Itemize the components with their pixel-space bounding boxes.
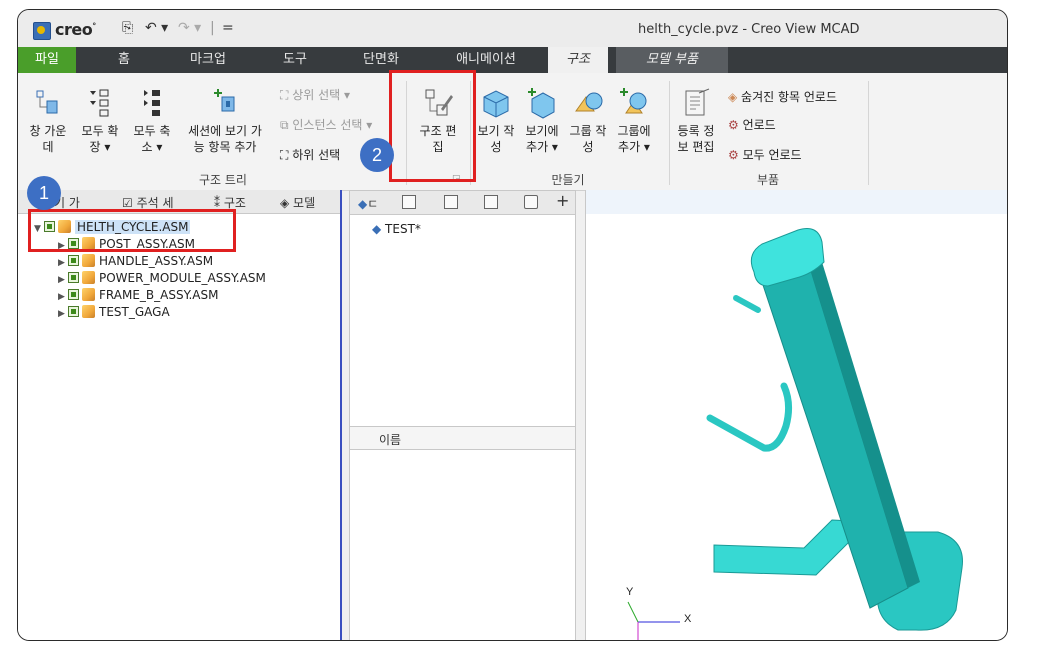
- expand-triangle-icon[interactable]: ▶: [58, 306, 68, 322]
- tree-row[interactable]: ▶ POWER_MODULE_ASSY.ASM: [58, 270, 266, 286]
- visibility-checkbox[interactable]: [68, 306, 79, 317]
- add-to-group-icon: [620, 88, 647, 114]
- views-panel: ◆ㄷ + ◆ TEST* 이름: [349, 190, 576, 640]
- add-to-session-icon: [214, 89, 235, 112]
- window-title: helth_cycle.pvz - Creo View MCAD: [638, 22, 860, 37]
- mid-panel-tabs: ◆ㄷ +: [350, 191, 575, 215]
- ribbon-separator: [868, 81, 869, 185]
- edit-registration-icon: [685, 88, 710, 116]
- calendar-icon[interactable]: [484, 195, 498, 209]
- visibility-checkbox[interactable]: [68, 272, 79, 283]
- tab-tools[interactable]: 도구: [272, 47, 318, 73]
- search-icon[interactable]: [402, 195, 416, 209]
- tab-file[interactable]: 파일: [18, 47, 76, 73]
- callout-highlight-tree-root: [28, 209, 236, 252]
- model-cube-icon: ◈: [280, 196, 294, 210]
- unload-icon: ⚙: [728, 118, 743, 132]
- view-item[interactable]: ◆ TEST*: [372, 221, 421, 237]
- tree-row[interactable]: ▶ TEST_GAGA: [58, 304, 170, 320]
- axis-x-label: X: [684, 613, 692, 625]
- select-parent-button[interactable]: ⛶ 상위 선택 ▾: [280, 87, 350, 103]
- group-label-parts: 부품: [756, 173, 780, 187]
- edit-registration-button[interactable]: 등록 정보 편집: [674, 87, 718, 155]
- unload-all-icon: ⚙: [728, 148, 743, 162]
- model-tree-panel: 기 가 ☑ 주석 세 ⁑ 구조 ◈ 모델 ▼ HELTH_CYCLE.ASM ▶ P…: [18, 190, 342, 640]
- title-bar: creo° ⎘ ↶ ▾ ↷ ▾ | = helth_cycle.pvz - Cr…: [18, 10, 1007, 48]
- undo-icon[interactable]: ↶ ▾: [145, 20, 168, 36]
- expand-all-icon: [90, 89, 109, 117]
- tab-home[interactable]: 홈: [104, 47, 144, 73]
- add-viewable-to-session-button[interactable]: 세션에 보기 가능 항목 추가: [178, 87, 272, 155]
- app-window: creo° ⎘ ↶ ▾ ↷ ▾ | = helth_cycle.pvz - Cr…: [17, 9, 1008, 641]
- group-label-structure-tree: 구조 트리: [199, 173, 247, 187]
- group-label-create: 만들기: [551, 173, 585, 187]
- unload-hidden-icon: ◈: [728, 90, 742, 104]
- ribbon-tab-bar: 파일 홈 마크업 도구 단면화 애니메이션 구조 모델 부품: [18, 47, 1007, 73]
- create-group-button[interactable]: 그룹 작성: [566, 87, 610, 155]
- fit-window-button[interactable]: 창 가운 데: [26, 87, 70, 155]
- expand-all-button[interactable]: 모두 확장 ▾: [78, 87, 122, 155]
- assembly-icon: [82, 254, 95, 267]
- callout-badge-1: 1: [27, 176, 61, 210]
- collapse-all-icon: [144, 90, 160, 116]
- views-icon: ◆: [358, 197, 368, 211]
- redo-icon[interactable]: ↷ ▾: [178, 20, 201, 36]
- toolbar-divider: |: [210, 20, 215, 36]
- handle-knob: [733, 295, 761, 313]
- fit-window-icon: [36, 90, 58, 114]
- create-view-button[interactable]: 보기 작성: [474, 87, 518, 155]
- unload-hidden-button[interactable]: ◈ 숨겨진 항목 언로드: [728, 89, 837, 105]
- tab-views[interactable]: ◆ㄷ: [358, 195, 378, 212]
- creo-logo: creo°: [55, 20, 96, 39]
- select-instance-icon: ⧉: [280, 118, 293, 132]
- expand-triangle-icon[interactable]: ▶: [58, 289, 68, 305]
- name-column-header[interactable]: 이름: [350, 426, 575, 450]
- layer-icon[interactable]: [524, 195, 538, 209]
- visibility-checkbox[interactable]: [68, 255, 79, 266]
- annotation-icon: ☑: [122, 196, 137, 210]
- assembly-icon: [82, 288, 95, 301]
- creo-view-app-icon[interactable]: [33, 22, 51, 40]
- customize-quick-access-icon[interactable]: =: [222, 20, 234, 36]
- tab-structure[interactable]: 구조: [548, 47, 608, 73]
- axis-y-label: Y: [626, 586, 634, 598]
- model-render: Y X: [626, 228, 963, 640]
- unload-button[interactable]: ⚙ 언로드: [728, 117, 776, 133]
- view-icon: ◆: [372, 222, 386, 236]
- unload-all-button[interactable]: ⚙ 모두 언로드: [728, 147, 802, 163]
- callout-highlight-edit-structure: [389, 70, 476, 182]
- tree-row[interactable]: ▶ HANDLE_ASSY.ASM: [58, 253, 213, 269]
- tree-row[interactable]: ▶ FRAME_B_ASSY.ASM: [58, 287, 218, 303]
- tab-model-panel[interactable]: ◈ 모델: [280, 194, 315, 211]
- add-to-group-button[interactable]: 그룹에 추가 ▾: [612, 87, 656, 155]
- assembly-icon: [82, 271, 95, 284]
- add-to-view-button[interactable]: 보기에 추가 ▾: [520, 87, 564, 155]
- 3d-viewport[interactable]: Y X: [585, 190, 1007, 640]
- create-group-icon: [575, 92, 603, 112]
- expand-triangle-icon[interactable]: ▶: [58, 272, 68, 288]
- add-to-view-icon: [528, 88, 555, 119]
- select-parent-icon: ⛶: [280, 88, 293, 102]
- tab-model-parts[interactable]: 모델 부품: [616, 47, 728, 73]
- select-child-button[interactable]: ⛶ 하위 선택: [280, 147, 340, 163]
- structure-icon: ⁑: [214, 196, 224, 210]
- select-instance-button[interactable]: ⧉ 인스턴스 선택 ▾: [280, 117, 372, 133]
- tab-markup[interactable]: 마크업: [178, 47, 238, 73]
- handle-bar: [706, 382, 793, 452]
- ribbon: 창 가운 데 모두 확장 ▾ 모두 축소 ▾ 세션에 보기 가능 항목 추가 ⛶ …: [18, 73, 1007, 191]
- collapse-all-button[interactable]: 모두 축소 ▾: [130, 87, 174, 155]
- y-axis-line: [627, 601, 639, 623]
- select-child-icon: ⛶: [280, 148, 293, 162]
- callout-badge-2: 2: [360, 138, 394, 172]
- expand-triangle-icon[interactable]: ▶: [58, 255, 68, 271]
- properties-icon[interactable]: [444, 195, 458, 209]
- create-view-icon: [483, 90, 509, 118]
- ribbon-separator: [669, 81, 670, 185]
- add-tab-button[interactable]: +: [556, 191, 569, 210]
- open-icon[interactable]: ⎘: [122, 20, 133, 36]
- part-icon: [82, 305, 95, 318]
- visibility-checkbox[interactable]: [68, 289, 79, 300]
